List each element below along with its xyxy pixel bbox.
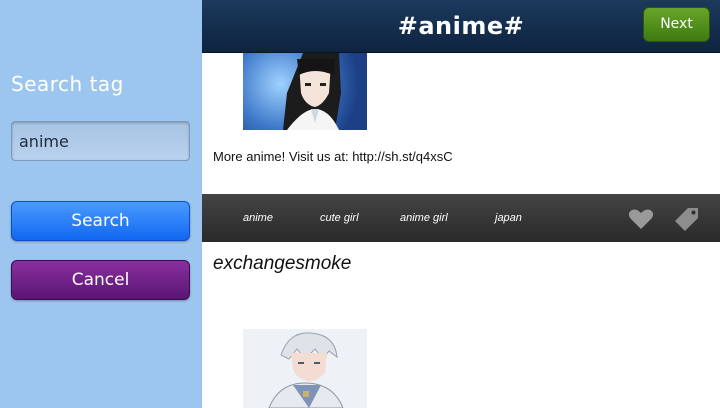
search-tag-input[interactable] [11,121,190,161]
cancel-button[interactable]: Cancel [11,260,190,300]
tag-link[interactable]: anime girl [400,212,448,224]
search-tag-title: Search tag [11,72,124,96]
tag-link[interactable]: cute girl [320,212,359,224]
post-image[interactable] [243,53,367,130]
header-bar: #anime# Next [202,0,720,53]
search-button[interactable]: Search [11,201,190,241]
anime-boy-illustration [243,329,367,408]
post-feed[interactable]: More anime! Visit us at: http://sh.st/q4… [202,53,720,408]
next-button[interactable]: Next [643,7,710,42]
post-username[interactable]: exchangesmoke [213,253,351,275]
heart-icon[interactable] [628,208,654,230]
sidebar: Search tag Search Cancel [0,0,202,408]
tag-icon[interactable] [674,206,700,232]
tag-bar: anime cute girl anime girl japan [202,194,720,242]
anime-girl-illustration [283,53,341,130]
post-caption: More anime! Visit us at: http://sh.st/q4… [213,149,453,164]
post-image[interactable] [243,329,367,408]
tag-link[interactable]: anime [243,212,273,224]
tag-link[interactable]: japan [495,212,522,224]
